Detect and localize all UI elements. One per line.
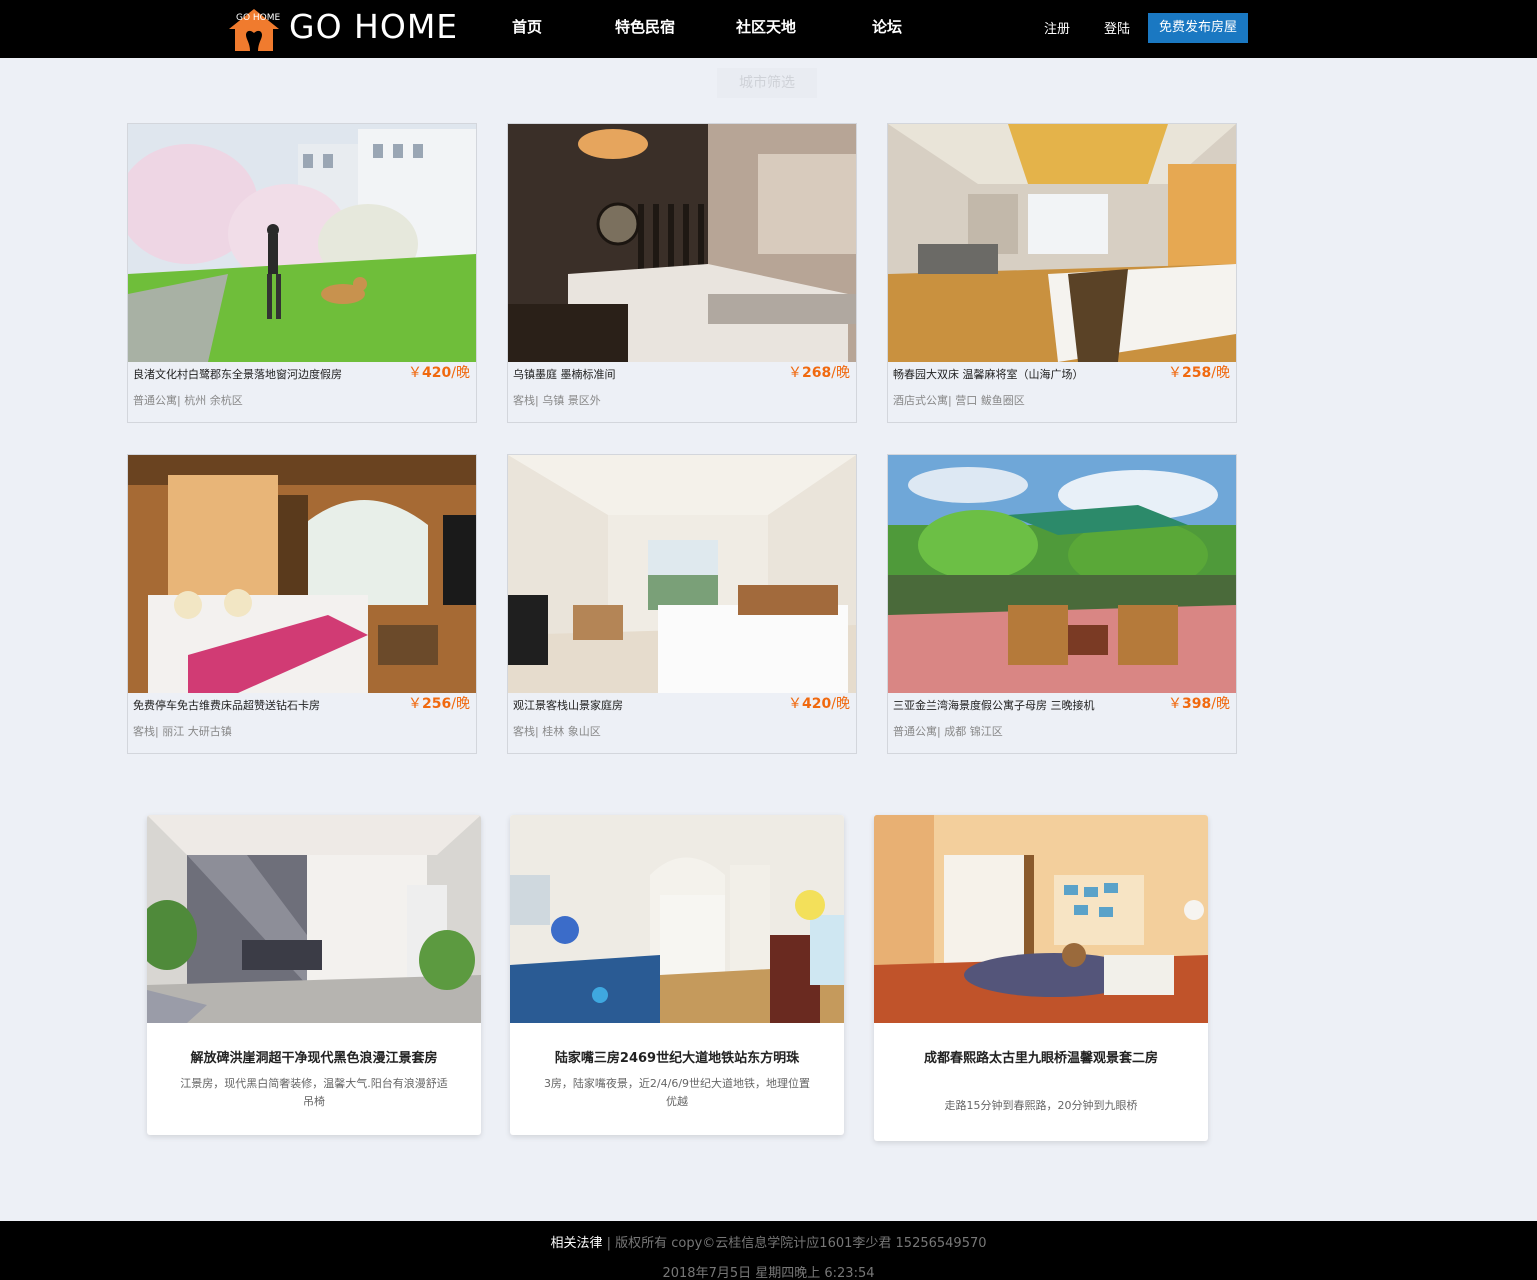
feature-title[interactable]: 解放碑洪崖洞超干净现代黑色浪漫江景套房 (147, 1047, 481, 1066)
logo-tag: GO HOME (236, 13, 281, 23)
register-link[interactable]: 注册 (1044, 18, 1070, 37)
listing-card[interactable]: 乌镇墨庭 墨楠标准间 ￥268/晚 客栈| 乌镇 景区外 (507, 123, 857, 423)
listing-card[interactable]: 良渚文化村白鹭郡东全景落地窗河边度假房 ￥420/晚 普通公寓| 杭州 余杭区 (127, 123, 477, 423)
page-footer: 相关法律 | 版权所有 copy©云桂信息学院计应1601李少君 1525654… (0, 1221, 1537, 1280)
listing-name[interactable]: 三亚金兰湾海景度假公寓子母房 三晚接机 (893, 697, 1095, 713)
listing-name[interactable]: 乌镇墨庭 墨楠标准间 (513, 366, 616, 382)
feature-photo (874, 815, 1208, 1023)
listing-location: 客栈| 丽江 大研古镇 (133, 725, 232, 738)
listing-card[interactable]: 免费停车免古维费床品超赞送钻石卡房 ￥256/晚 客栈| 丽江 大研古镇 (127, 454, 477, 754)
footer-datetime: 2018年7月5日 星期四晚上 6:23:54 (662, 1266, 875, 1280)
nav-community[interactable]: 社区天地 (736, 16, 796, 37)
listing-name[interactable]: 畅春园大双床 温馨麻将室（山海广场） (893, 366, 1084, 382)
feature-card[interactable]: 陆家嘴三房2469世纪大道地铁站东方明珠 3房，陆家嘴夜景，近2/4/6/9世纪… (510, 815, 844, 1135)
listing-name[interactable]: 免费停车免古维费床品超赞送钻石卡房 (133, 697, 320, 713)
city-filter-button[interactable]: 城市筛选 (717, 68, 817, 98)
listing-photo (508, 455, 856, 693)
feature-card[interactable]: 解放碑洪崖洞超干净现代黑色浪漫江景套房 江景房，现代黑白简奢装修，温馨大气.阳台… (147, 815, 481, 1135)
feature-photo (510, 815, 844, 1023)
listing-price: ￥420/晚 (408, 365, 470, 381)
listing-name[interactable]: 良渚文化村白鹭郡东全景落地窗河边度假房 (133, 366, 342, 382)
listing-photo (888, 455, 1236, 693)
listing-photo (888, 124, 1236, 362)
feature-desc: 江景房，现代黑白简奢装修，温馨大气.阳台有浪漫舒适吊椅 (180, 1077, 448, 1108)
feature-card[interactable]: 成都春熙路太古里九眼桥温馨观景套二房 走路15分钟到春熙路，20分钟到九眼桥 (874, 815, 1208, 1141)
legal-link[interactable]: 相关法律 (550, 1236, 602, 1251)
site-logo[interactable]: GO HOME GO HOME (227, 5, 457, 53)
feature-desc: 走路15分钟到春熙路，20分钟到九眼桥 (944, 1099, 1138, 1112)
listing-photo (508, 124, 856, 362)
listing-location: 酒店式公寓| 营口 鲅鱼圈区 (893, 394, 1025, 407)
listing-name[interactable]: 观江景客栈山景家庭房 (513, 697, 623, 713)
feature-title[interactable]: 陆家嘴三房2469世纪大道地铁站东方明珠 (510, 1047, 844, 1066)
publish-house-button[interactable]: 免费发布房屋 (1148, 13, 1248, 43)
feature-photo (147, 815, 481, 1023)
nav-home[interactable]: 首页 (512, 16, 542, 37)
listing-price: ￥256/晚 (408, 696, 470, 712)
logo-text: GO HOME (289, 7, 459, 46)
login-link[interactable]: 登陆 (1104, 18, 1130, 37)
top-navbar: GO HOME GO HOME 首页 特色民宿 社区天地 论坛 注册 登陆 免费… (0, 0, 1537, 58)
listing-photo (128, 124, 476, 362)
copyright-text: | 版权所有 copy©云桂信息学院计应1601李少君 15256549570 (602, 1236, 987, 1251)
nav-featured-homestay[interactable]: 特色民宿 (615, 16, 675, 37)
listing-location: 客栈| 乌镇 景区外 (513, 394, 601, 407)
listing-location: 普通公寓| 杭州 余杭区 (133, 394, 243, 407)
nav-forum[interactable]: 论坛 (872, 16, 902, 37)
listing-card[interactable]: 畅春园大双床 温馨麻将室（山海广场） ￥258/晚 酒店式公寓| 营口 鲅鱼圈区 (887, 123, 1237, 423)
listing-card[interactable]: 观江景客栈山景家庭房 ￥420/晚 客栈| 桂林 象山区 (507, 454, 857, 754)
listing-price: ￥398/晚 (1168, 696, 1230, 712)
listing-location: 普通公寓| 成都 锦江区 (893, 725, 1003, 738)
listing-price: ￥268/晚 (788, 365, 850, 381)
listing-location: 客栈| 桂林 象山区 (513, 725, 601, 738)
footer-copyright: 相关法律 | 版权所有 copy©云桂信息学院计应1601李少君 1525654… (0, 1232, 1537, 1251)
feature-title[interactable]: 成都春熙路太古里九眼桥温馨观景套二房 (874, 1047, 1208, 1066)
listing-price: ￥258/晚 (1168, 365, 1230, 381)
listing-card[interactable]: 三亚金兰湾海景度假公寓子母房 三晚接机 ￥398/晚 普通公寓| 成都 锦江区 (887, 454, 1237, 754)
listing-photo (128, 455, 476, 693)
listing-price: ￥420/晚 (788, 696, 850, 712)
feature-desc: 3房，陆家嘴夜景，近2/4/6/9世纪大道地铁，地理位置优越 (543, 1077, 811, 1108)
